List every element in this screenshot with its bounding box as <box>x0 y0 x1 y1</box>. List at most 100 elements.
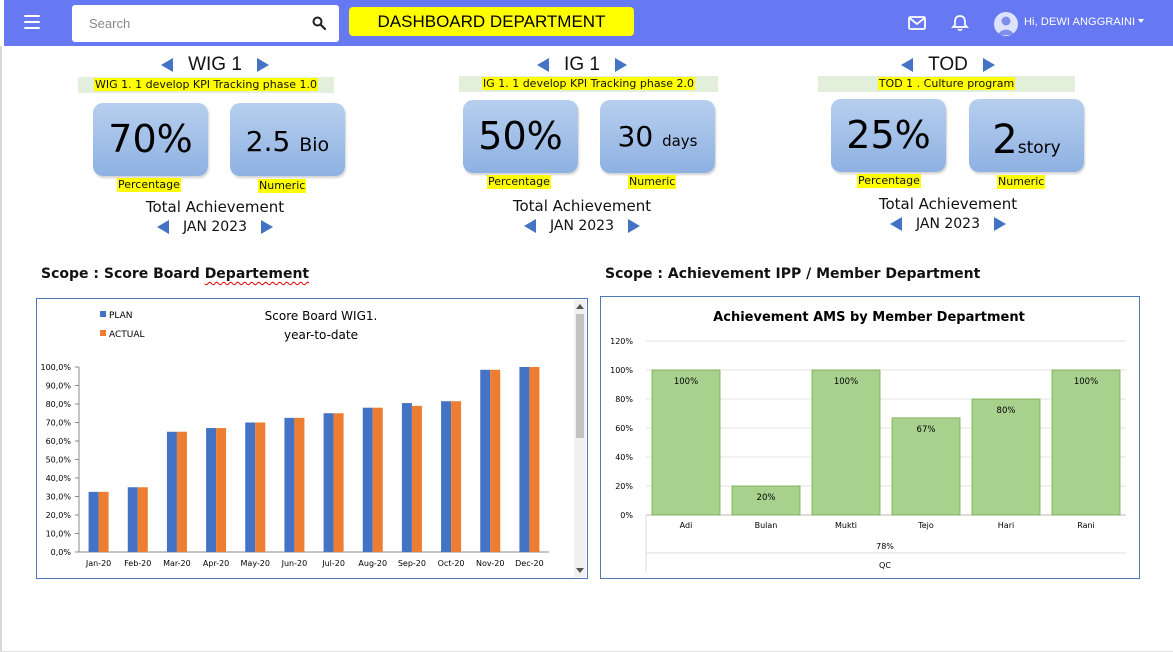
bar-actual <box>216 428 227 552</box>
numeric-label: Numeric <box>997 175 1046 189</box>
bar-actual <box>294 417 305 552</box>
x-tick-label: Rani <box>1077 521 1095 530</box>
search-input[interactable] <box>72 5 307 42</box>
y-tick-label: 0,0% <box>51 548 72 557</box>
legend-label: ACTUAL <box>109 330 145 340</box>
prev-period-arrow-icon[interactable] <box>156 220 169 234</box>
y-tick-label: 20,0% <box>46 511 72 520</box>
data-label: 100% <box>834 377 858 387</box>
numeric-value-wrap: 2story <box>969 117 1084 163</box>
y-tick-label: 60% <box>615 424 633 433</box>
search-icon[interactable] <box>312 16 326 30</box>
kpi-subtitle-text: TOD 1 . Culture program <box>877 77 1016 90</box>
scope-title-word: Departement <box>204 266 310 282</box>
x-tick-label: Hari <box>998 521 1014 530</box>
x-tick-label: May-20 <box>241 559 270 568</box>
numeric-unit: Bio <box>299 134 330 156</box>
scope-title-achievement: Scope : Achievement IPP / Member Departm… <box>605 266 981 282</box>
user-avatar-icon[interactable] <box>994 12 1018 36</box>
mail-icon[interactable] <box>907 14 927 32</box>
bar-actual <box>411 405 422 552</box>
numeric-value-wrap: 30 days <box>600 120 715 153</box>
y-tick-label: 40% <box>615 453 633 462</box>
period-label: JAN 2023 <box>182 219 247 235</box>
y-tick-label: 100% <box>610 366 633 375</box>
bar-plan <box>206 428 217 552</box>
period-selector: JAN 2023 <box>803 216 1093 232</box>
x-tick-label: Tejo <box>917 521 934 530</box>
numeric-unit: days <box>662 132 698 150</box>
next-period-arrow-icon[interactable] <box>261 220 274 234</box>
y-tick-label: 50,0% <box>46 456 72 465</box>
chevron-down-icon <box>1138 19 1145 23</box>
bar-actual <box>451 401 462 552</box>
bar-actual <box>137 487 148 552</box>
x-tick-label: Mukti <box>835 521 857 530</box>
next-period-arrow-icon[interactable] <box>994 217 1007 231</box>
bar-actual <box>490 369 501 552</box>
kpi-subtitle: IG 1. 1 develop KPI Tracking phase 2.0 <box>459 76 718 92</box>
bar-actual <box>255 422 266 552</box>
prev-kpi-arrow-icon[interactable] <box>901 58 914 72</box>
numeric-unit: story <box>1017 138 1061 158</box>
bar-plan <box>166 431 177 552</box>
chart-subtitle: year-to-date <box>284 328 358 342</box>
prev-kpi-arrow-icon[interactable] <box>536 58 549 72</box>
kpi-subtitle-text: WIG 1. 1 develop KPI Tracking phase 1.0 <box>94 78 318 91</box>
bar <box>1051 369 1121 516</box>
period-label: JAN 2023 <box>915 216 980 232</box>
kpi-name: IG 1 <box>564 54 600 75</box>
dashboard-title: DASHBOARD DEPARTMENT <box>349 7 634 36</box>
kpi-header: WIG 1 <box>70 54 360 78</box>
next-kpi-arrow-icon[interactable] <box>982 58 995 72</box>
next-kpi-arrow-icon[interactable] <box>615 58 628 72</box>
legend-swatch <box>100 311 106 317</box>
user-menu[interactable]: Hi, DEWI ANGGRAINI <box>1024 16 1145 28</box>
bar-actual <box>529 367 540 552</box>
numeric-value-wrap: 2.5 Bio <box>230 125 345 158</box>
x-tick-label: Aug-20 <box>358 559 387 568</box>
data-label: 80% <box>997 406 1016 416</box>
legend-swatch <box>100 330 106 336</box>
prev-kpi-arrow-icon[interactable] <box>160 58 173 72</box>
prev-period-arrow-icon[interactable] <box>523 219 536 233</box>
scroll-down-icon[interactable] <box>576 568 584 573</box>
y-tick-label: 70,0% <box>46 419 72 428</box>
kpi-header: IG 1 <box>437 54 727 78</box>
kpi-name: TOD <box>928 54 968 75</box>
bar-plan <box>88 491 99 552</box>
y-tick-label: 40,0% <box>46 474 72 483</box>
scroll-thumb[interactable] <box>576 314 584 438</box>
y-tick-label: 60,0% <box>46 437 72 446</box>
total-achievement-label: Total Achievement <box>512 197 652 215</box>
bar-actual <box>98 491 109 552</box>
y-tick-label: 10,0% <box>46 530 72 539</box>
kpi-name: WIG 1 <box>188 54 242 75</box>
bell-icon[interactable] <box>950 14 970 32</box>
period-selector: JAN 2023 <box>437 218 727 234</box>
scroll-up-icon[interactable] <box>576 304 584 309</box>
total-achievement-label: Total Achievement <box>145 198 285 216</box>
y-tick-label: 20% <box>615 482 633 491</box>
chart-scrollbar[interactable] <box>574 300 586 577</box>
next-period-arrow-icon[interactable] <box>628 219 641 233</box>
percentage-tile: 50% <box>463 100 578 173</box>
bar-plan <box>127 487 138 552</box>
numeric-value: 2 <box>992 117 1018 163</box>
menu-icon[interactable] <box>24 15 40 29</box>
group-label: QC <box>879 561 891 570</box>
prev-period-arrow-icon[interactable] <box>889 217 902 231</box>
bar-actual <box>176 431 187 552</box>
bar-actual <box>372 407 383 552</box>
next-kpi-arrow-icon[interactable] <box>257 58 270 72</box>
percentage-label: Percentage <box>857 174 921 188</box>
x-tick-label: Dec-20 <box>515 559 544 568</box>
percentage-tile: 70% <box>93 103 208 176</box>
y-tick-label: 30,0% <box>46 493 72 502</box>
percentage-value: 25% <box>846 113 931 157</box>
bar-plan <box>362 407 373 552</box>
bar <box>651 369 721 516</box>
scope-title-scoreboard: Scope : Score Board Departement <box>41 266 309 282</box>
chart-title: Score Board WIG1. <box>265 309 378 323</box>
x-tick-label: Jun-20 <box>281 559 308 568</box>
